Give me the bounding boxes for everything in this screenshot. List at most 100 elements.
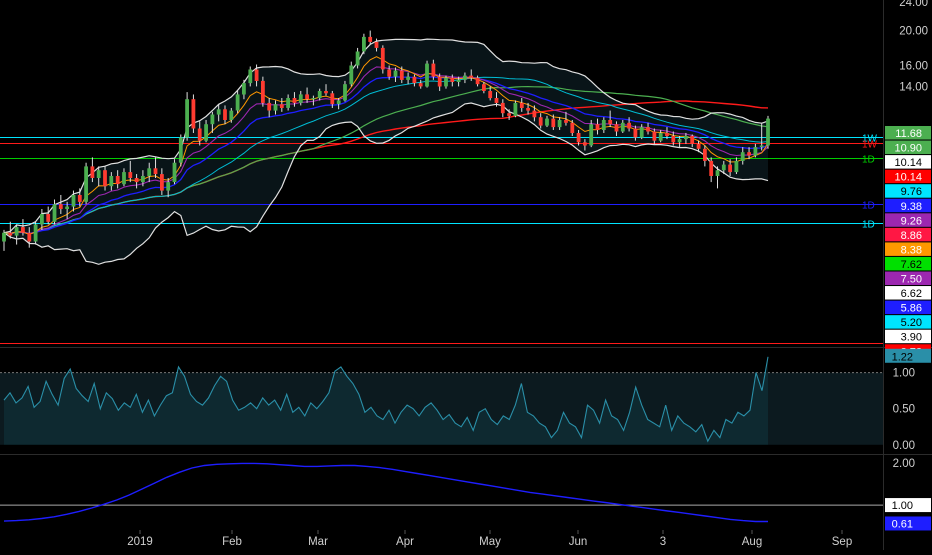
indicator1-tick: 0.00 (893, 440, 915, 452)
candle-body (160, 174, 164, 191)
candle-body (21, 227, 25, 233)
candle-body (380, 47, 385, 70)
candle-body (639, 127, 644, 138)
candle-body (185, 99, 189, 138)
candle-body (153, 168, 158, 175)
candle-body (538, 117, 543, 126)
candle-body (437, 76, 442, 87)
candle-body (684, 136, 688, 140)
candle-body (753, 147, 758, 156)
candle-body (601, 120, 606, 130)
candle-body (665, 133, 669, 136)
indicator1-tick: 0.50 (893, 404, 915, 416)
candle-body (343, 84, 347, 101)
candle-body (292, 98, 297, 103)
candle-body (709, 160, 714, 176)
indicator2-tick: 2.00 (893, 458, 915, 470)
candle-body (418, 83, 423, 87)
time-axis-label: Apr (396, 536, 414, 548)
candle-body (608, 120, 613, 125)
candle-body (141, 176, 145, 183)
candle-body (614, 124, 619, 132)
price-chart[interactable]: 1W1W1D1D1D24.0020.0016.0014.0011.6810.90… (0, 0, 932, 550)
price-badge-label: 7.62 (901, 259, 922, 271)
candle-body (444, 77, 448, 87)
candle-body (40, 214, 44, 225)
candle-body (147, 168, 152, 176)
candle-body (759, 145, 764, 148)
candle-body (191, 99, 196, 129)
candle-body (627, 122, 631, 129)
candle-body (519, 102, 524, 108)
candle-body (595, 124, 600, 130)
indicator2-line (3, 462, 768, 523)
price-badge-label: 5.86 (901, 303, 922, 315)
candle-body (513, 102, 518, 116)
price-badge-label: 11.68 (895, 128, 922, 140)
candle-body (349, 65, 354, 85)
candle-body (58, 204, 63, 209)
candle-body (589, 124, 594, 146)
bollinger-band-fill (4, 39, 768, 265)
candle-body (425, 63, 429, 87)
candle-body (564, 120, 568, 123)
candle-body (324, 91, 328, 94)
time-axis-label: Sep (832, 536, 852, 548)
candle-body (469, 75, 474, 78)
candle-body (298, 94, 303, 103)
candle-body (734, 160, 739, 173)
candle-body (103, 170, 107, 187)
candle-body (210, 114, 215, 125)
candle-body (279, 104, 284, 108)
candle-body (715, 170, 720, 176)
candle-body (576, 133, 581, 143)
price-badge-label: 9.26 (901, 215, 922, 227)
candle-body (197, 128, 202, 141)
indicator2-ref-badge-label: 1.00 (892, 500, 913, 512)
price-badge-label: 10.14 (894, 157, 922, 169)
candle-body (374, 41, 379, 48)
candle-body (2, 232, 6, 242)
candle-body (646, 127, 650, 132)
candle-body (267, 102, 272, 111)
candle-body (488, 91, 493, 99)
price-badge-label: 3.90 (901, 332, 922, 344)
level-label: 1D (862, 220, 875, 231)
candle-body (273, 104, 278, 111)
candle-body (330, 93, 335, 105)
candle-body (178, 137, 183, 163)
indicator1-badge-label: 1.22 (892, 351, 913, 363)
candle-body (14, 227, 19, 236)
candle-body (65, 206, 69, 209)
candle-body (583, 142, 587, 146)
candle-body (71, 195, 76, 207)
candle-body (134, 178, 139, 183)
candle-body (494, 98, 499, 103)
candle-body (115, 176, 120, 185)
candle-body (551, 118, 556, 128)
candle-body (261, 80, 265, 103)
candle-body (311, 98, 316, 100)
chart-stage: 1W 1W 1D 1D 1D 24.00 20.00 16.00 14.00 11.68 10.90… (0, 0, 932, 550)
candle-body (703, 148, 707, 161)
price-tick-label: 16.00 (899, 60, 928, 72)
candle-body (128, 172, 133, 178)
candle-body (658, 133, 663, 141)
candle-body (216, 109, 221, 115)
candle-body (671, 136, 676, 143)
time-axis-label: 2019 (127, 536, 153, 548)
price-badge-label: 8.86 (901, 230, 922, 242)
candle-body (456, 79, 461, 82)
candle-body (728, 164, 732, 173)
candle-body (500, 102, 505, 114)
candle-body (223, 109, 227, 120)
time-axis-label: Aug (742, 536, 762, 548)
price-badge-label: 9.38 (901, 201, 922, 213)
candle-body (620, 122, 625, 132)
time-axis-label: Feb (222, 536, 242, 548)
candle-body (235, 94, 240, 111)
level-label: 1D (862, 201, 875, 212)
candle-body (46, 214, 51, 222)
candle-body (172, 162, 177, 183)
price-tick-label: 14.00 (899, 81, 928, 93)
